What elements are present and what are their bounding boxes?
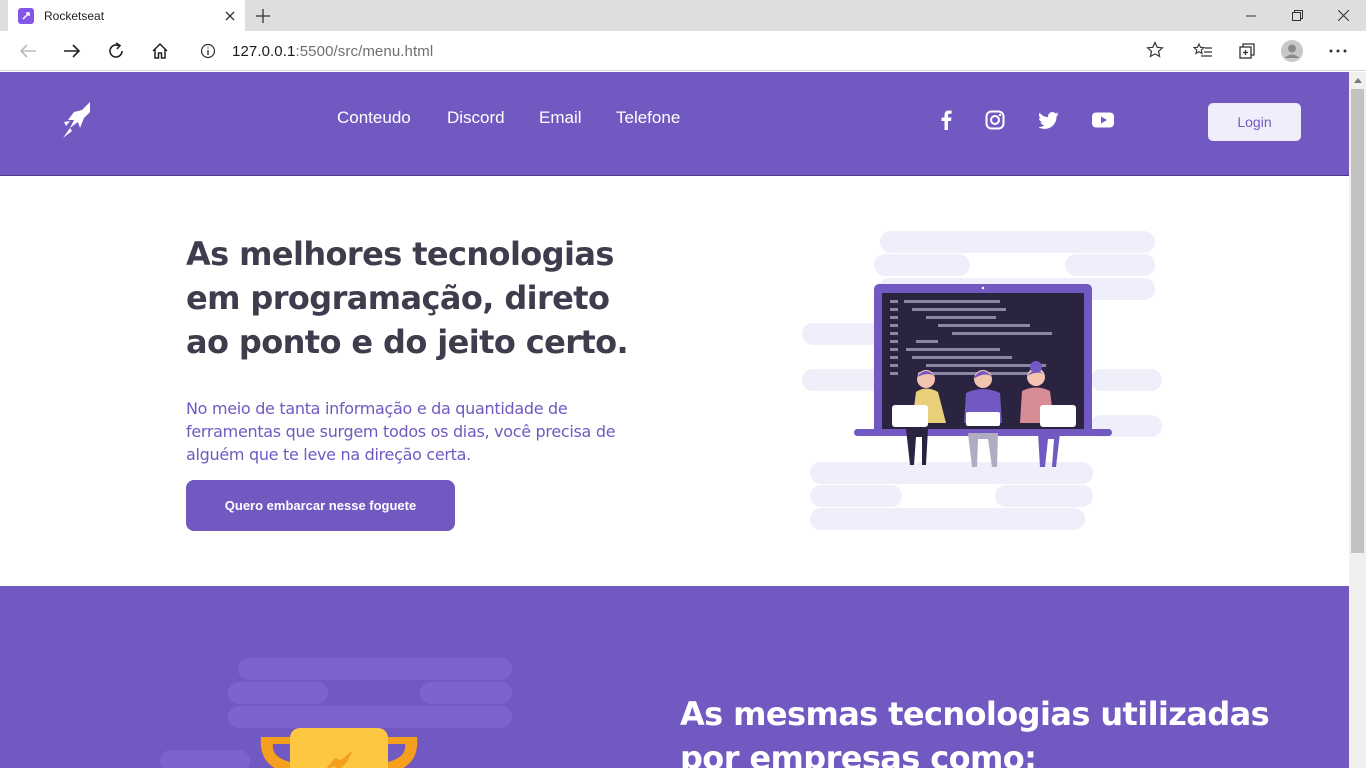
address-bar[interactable]: 127.0.0.1:5500/src/menu.html	[188, 35, 1174, 67]
browser-tabbar: Rocketseat	[0, 0, 1366, 31]
forward-icon[interactable]	[57, 37, 87, 65]
nav-link-conteudo[interactable]: Conteudo	[337, 108, 447, 128]
page-viewport: Conteudo Discord Email Telefone Login As…	[0, 72, 1349, 768]
favorite-star-icon[interactable]	[1146, 41, 1164, 64]
url-host: 127.0.0.1	[232, 42, 296, 60]
favorites-list-icon[interactable]	[1188, 37, 1218, 65]
scrollbar-thumb[interactable]	[1351, 89, 1364, 553]
hero-description: No meio de tanta informação e da quantid…	[186, 399, 616, 464]
rocket-logo-icon[interactable]	[60, 100, 96, 140]
youtube-icon[interactable]	[1091, 108, 1115, 132]
nav-link-telefone[interactable]: Telefone	[616, 108, 680, 128]
tab-title: Rocketseat	[44, 8, 105, 23]
profile-avatar-icon[interactable]	[1277, 37, 1307, 65]
minimize-icon[interactable]	[1228, 0, 1274, 31]
new-tab-icon[interactable]	[252, 5, 274, 27]
browser-toolbar: 127.0.0.1:5500/src/menu.html	[0, 31, 1366, 71]
url-path: :5500/src/menu.html	[295, 42, 434, 60]
more-menu-icon[interactable]	[1323, 37, 1353, 65]
restore-icon[interactable]	[1274, 0, 1320, 31]
back-icon[interactable]	[13, 37, 43, 65]
close-tab-icon[interactable]	[220, 6, 240, 26]
instagram-icon[interactable]	[983, 108, 1007, 132]
browser-tab[interactable]: Rocketseat	[8, 0, 245, 31]
facebook-icon[interactable]	[934, 108, 958, 132]
nav-link-discord[interactable]: Discord	[447, 108, 539, 128]
scroll-up-arrow-icon[interactable]	[1349, 72, 1366, 88]
collections-icon[interactable]	[1232, 37, 1262, 65]
page-scrollbar[interactable]	[1349, 72, 1366, 768]
companies-section: As mesmas tecnologias utilizadas por emp…	[0, 586, 1349, 768]
site-header: Conteudo Discord Email Telefone Login	[0, 72, 1349, 176]
nav-link-email[interactable]: Email	[539, 108, 616, 128]
developers-illustration	[800, 227, 1170, 537]
home-icon[interactable]	[145, 37, 175, 65]
companies-title: As mesmas tecnologias utilizadas por emp…	[680, 695, 1270, 768]
url-text: 127.0.0.1:5500/src/menu.html	[232, 43, 433, 60]
rocketseat-favicon-icon	[18, 7, 34, 24]
login-button[interactable]: Login	[1208, 103, 1301, 141]
refresh-icon[interactable]	[101, 37, 131, 65]
twitter-icon[interactable]	[1037, 108, 1061, 132]
trophy-illustration	[155, 644, 525, 768]
hero-title: As melhores tecnologias em programação, …	[186, 235, 629, 361]
cta-button[interactable]: Quero embarcar nesse foguete	[186, 480, 455, 531]
site-info-icon[interactable]	[198, 41, 218, 61]
main-nav: Conteudo Discord Email Telefone	[337, 108, 680, 128]
close-window-icon[interactable]	[1320, 0, 1366, 31]
